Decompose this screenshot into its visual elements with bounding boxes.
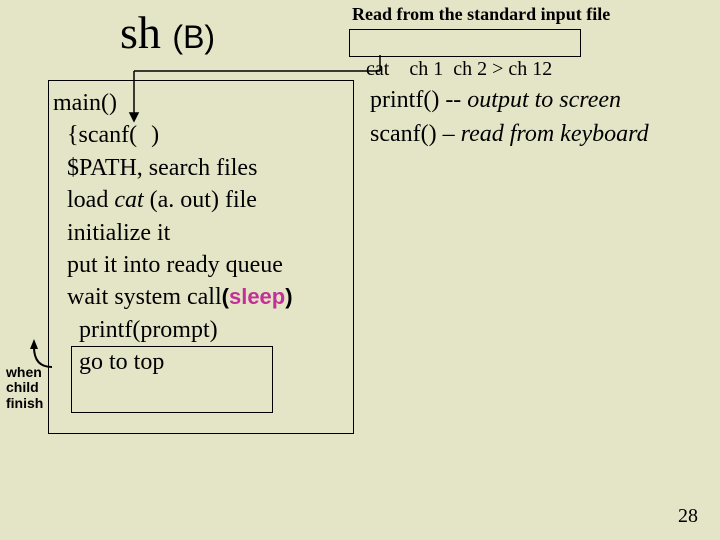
code-line-scanf: {scanf() xyxy=(53,119,343,151)
code-line-wait: wait system call(sleep) xyxy=(53,281,343,313)
code-line-init: initialize it xyxy=(53,217,343,249)
title-main: sh xyxy=(120,7,161,58)
note-scanf: scanf() – read from keyboard xyxy=(370,118,649,152)
side-note: when child finish xyxy=(6,365,46,411)
inner-box xyxy=(71,346,273,413)
code-line-path: $PATH, search files xyxy=(53,152,343,184)
title-suffix: (B) xyxy=(172,19,215,55)
page-title: sh (B) xyxy=(120,6,215,59)
stdin-label: Read from the standard input file xyxy=(352,4,610,25)
note-printf: printf() -- output to screen xyxy=(370,84,649,118)
page-number: 28 xyxy=(678,505,698,528)
command-box: cat ch 1 ch 2 > ch 12 xyxy=(349,29,581,57)
notes: printf() -- output to screen scanf() – r… xyxy=(370,84,649,151)
code-line-printf: printf(prompt) xyxy=(53,314,343,346)
code-line-queue: put it into ready queue xyxy=(53,249,343,281)
code-line-load: load cat (a. out) file xyxy=(53,184,343,216)
code-line-main: main() xyxy=(53,87,343,119)
